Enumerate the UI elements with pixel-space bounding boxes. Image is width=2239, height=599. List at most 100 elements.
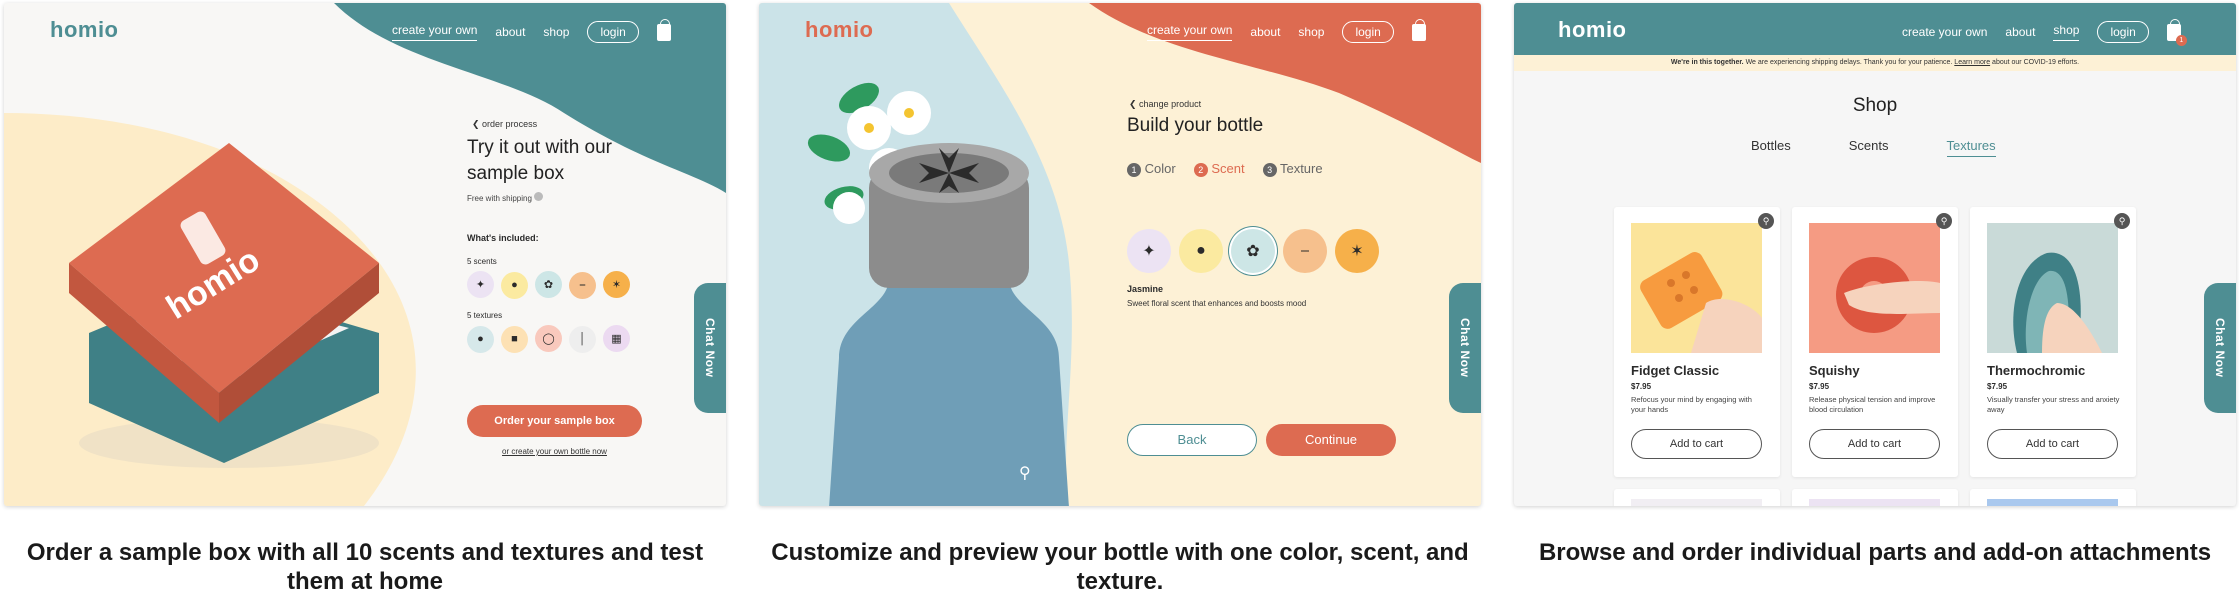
- back-link[interactable]: ❮ order process: [472, 119, 537, 130]
- grid-texture-icon[interactable]: ▦: [603, 325, 630, 352]
- included-label: What's included:: [467, 233, 539, 243]
- product-card-squishy[interactable]: ⚲ Squishy $7.95 Release physical tension…: [1792, 207, 1958, 477]
- scent-options: ✦ ● ✿ ⎯ ✶: [1127, 229, 1379, 273]
- step-tabs: 1 Color 2 Scent 3 Texture: [1127, 161, 1323, 177]
- step-color[interactable]: 1 Color: [1127, 161, 1176, 177]
- zoom-icon[interactable]: ⚲: [1936, 213, 1952, 229]
- sample-box-screen: homio create your own about shop login h…: [4, 3, 726, 506]
- tab-bottles[interactable]: Bottles: [1751, 138, 1791, 157]
- login-button[interactable]: login: [587, 21, 639, 43]
- back-link-label: order process: [482, 119, 538, 129]
- tab-scents[interactable]: Scents: [1849, 138, 1889, 157]
- stick-texture-icon[interactable]: │: [569, 325, 596, 353]
- scent-swatches: ✦ ● ✿ ⎯ ✶: [467, 271, 637, 299]
- step-texture[interactable]: 3 Texture: [1262, 161, 1323, 177]
- page-title: Build your bottle: [1127, 115, 1264, 136]
- top-nav: create your own about shop login 1: [1902, 18, 2187, 46]
- product-name: Thermochromic: [1987, 363, 2086, 378]
- learn-more-link[interactable]: Learn more: [1954, 59, 1990, 66]
- order-sample-box-button[interactable]: Order your sample box: [467, 405, 642, 437]
- logo[interactable]: homio: [1558, 17, 1627, 43]
- add-to-cart-button[interactable]: Add to cart: [1987, 429, 2118, 459]
- step-scent[interactable]: 2 Scent: [1193, 161, 1245, 177]
- lavender-scent-icon[interactable]: ✦: [1127, 229, 1171, 273]
- nav-about[interactable]: about: [2005, 25, 2035, 39]
- nav-shop[interactable]: shop: [2053, 23, 2080, 41]
- product-description: Release physical tension and improve blo…: [1809, 395, 1936, 414]
- product-image: [1987, 223, 2118, 353]
- nav-shop[interactable]: shop: [1298, 25, 1324, 39]
- subtitle-text: Free with shipping: [467, 194, 532, 203]
- chevron-left-icon: ❮: [1129, 99, 1140, 109]
- sample-box-illustration: homio: [69, 143, 379, 468]
- shopping-bag-icon[interactable]: 1: [2166, 18, 2187, 46]
- shopping-bag-icon[interactable]: [656, 18, 671, 41]
- build-bottle-screen: homio create your own about shop login ⚲…: [759, 3, 1481, 506]
- zoom-icon[interactable]: ⚲: [2114, 213, 2130, 229]
- chat-now-button[interactable]: Chat Now: [2204, 283, 2236, 413]
- fidget-texture-icon[interactable]: ■: [501, 325, 528, 353]
- citrus-scent-icon[interactable]: ✶: [603, 271, 630, 298]
- lemon-scent-icon[interactable]: ●: [501, 271, 528, 299]
- product-name: Fidget Classic: [1631, 363, 1720, 378]
- shop-screen: homio create your own about shop login 1…: [1514, 3, 2236, 506]
- jasmine-scent-icon[interactable]: ✿: [1231, 229, 1275, 273]
- lavender-scent-icon[interactable]: ✦: [467, 271, 494, 298]
- nav-create-your-own[interactable]: create your own: [1902, 25, 1987, 39]
- product-image: [1631, 223, 1762, 353]
- textures-label: 5 textures: [467, 311, 503, 320]
- top-nav: create your own about shop login: [1147, 18, 1426, 43]
- category-tabs: Bottles Scents Textures: [1751, 138, 1996, 157]
- product-image: [1987, 499, 2118, 506]
- create-own-bottle-link[interactable]: or create your own bottle now: [467, 447, 642, 456]
- jasmine-scent-icon[interactable]: ✿: [535, 271, 562, 298]
- zoom-in-icon[interactable]: ⚲: [1019, 463, 1031, 483]
- product-price: $7.95: [1809, 382, 1830, 391]
- step-number: 1: [1127, 163, 1141, 177]
- continue-button[interactable]: Continue: [1266, 424, 1396, 456]
- login-button[interactable]: login: [2097, 21, 2149, 43]
- caption-build-bottle: Customize and preview your bottle with o…: [771, 539, 1469, 595]
- product-card-fidget-classic[interactable]: ⚲ Fidget Classic $7.95 Refocus your mind…: [1614, 207, 1780, 477]
- step-label: Color: [1144, 161, 1176, 176]
- cinnamon-scent-icon[interactable]: ⎯: [1283, 229, 1327, 273]
- shopping-bag-icon[interactable]: [1411, 18, 1426, 41]
- selected-scent-description: Sweet floral scent that enhances and boo…: [1127, 299, 1307, 308]
- caption-shop: Browse and order individual parts and ad…: [1538, 539, 2212, 566]
- cinnamon-scent-icon[interactable]: ⎯: [569, 272, 596, 299]
- chat-now-button[interactable]: Chat Now: [1449, 283, 1481, 413]
- add-to-cart-button[interactable]: Add to cart: [1809, 429, 1940, 459]
- product-card-thermochromic[interactable]: ⚲ Thermochromic $7.95 Visually transfer …: [1970, 207, 2136, 477]
- nav-create-your-own[interactable]: create your own: [392, 23, 478, 41]
- product-image: [1809, 223, 1940, 353]
- texture-swatches: ● ■ ◯ │ ▦: [467, 325, 637, 353]
- logo[interactable]: homio: [805, 17, 874, 43]
- squishy-texture-icon[interactable]: ◯: [535, 325, 562, 352]
- nav-about[interactable]: about: [495, 25, 525, 39]
- tab-textures[interactable]: Textures: [1946, 138, 1996, 157]
- product-card-partial[interactable]: [1792, 489, 1958, 506]
- nav-about[interactable]: about: [1250, 25, 1280, 39]
- add-to-cart-button[interactable]: Add to cart: [1631, 429, 1762, 459]
- scents-label: 5 scents: [467, 257, 497, 266]
- back-link[interactable]: ❮ change product: [1129, 99, 1201, 110]
- citrus-scent-icon[interactable]: ✶: [1335, 229, 1379, 273]
- nav-create-your-own[interactable]: create your own: [1147, 23, 1233, 41]
- thermochromic-texture-icon[interactable]: ●: [467, 325, 494, 353]
- shop-heading: Shop: [1852, 95, 1898, 116]
- product-card-partial[interactable]: [1970, 489, 2136, 506]
- chevron-left-icon: ❮: [472, 119, 483, 129]
- zoom-icon[interactable]: ⚲: [1758, 213, 1774, 229]
- banner-text: We are experiencing shipping delays. Tha…: [1745, 59, 1953, 66]
- page-title: Try it out with our sample box: [467, 137, 613, 184]
- bottle-preview: [807, 82, 1069, 506]
- chat-now-button[interactable]: Chat Now: [694, 283, 726, 413]
- product-card-partial[interactable]: [1614, 489, 1780, 506]
- login-button[interactable]: login: [1342, 21, 1394, 43]
- lemon-scent-icon[interactable]: ●: [1179, 229, 1223, 273]
- back-button[interactable]: Back: [1127, 424, 1257, 456]
- nav-shop[interactable]: shop: [543, 25, 569, 39]
- info-icon[interactable]: [534, 192, 544, 201]
- banner-bold: We're in this together.: [1670, 59, 1744, 66]
- logo[interactable]: homio: [50, 17, 119, 43]
